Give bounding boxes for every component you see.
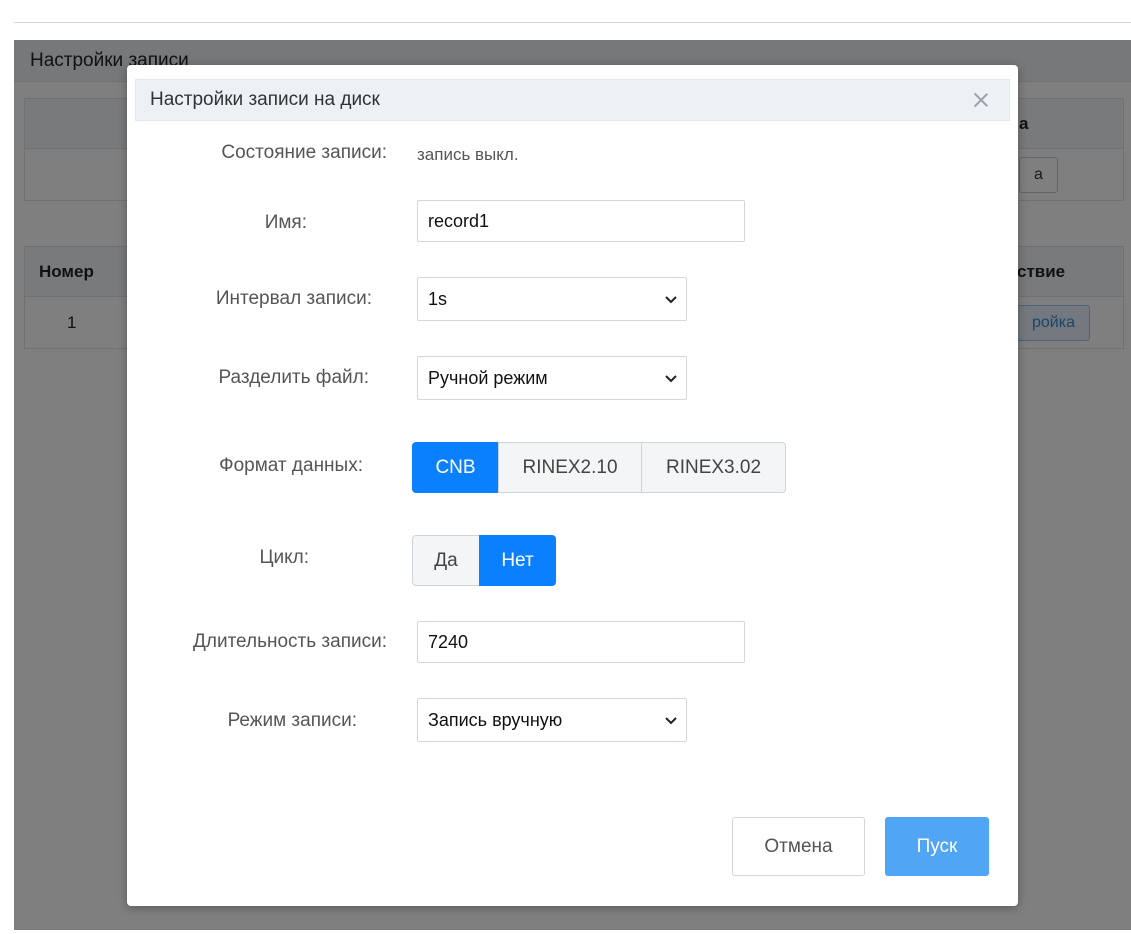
top-divider [14,22,1131,23]
duration-label: Длительность записи: [193,631,387,652]
record-mode-label: Режим записи: [227,710,357,731]
format-option-rinex210[interactable]: RINEX2.10 [498,442,642,493]
duration-input[interactable]: 7240 [417,621,745,663]
cancel-button[interactable]: Отмена [732,817,865,876]
chevron-down-icon [665,717,677,725]
interval-select-value: 1s [428,289,448,309]
record-state-label: Состояние записи: [221,142,387,163]
format-option-rinex302[interactable]: RINEX3.02 [641,442,786,493]
record-state-value: запись выкл. [417,145,519,164]
name-input[interactable]: record1 [417,200,745,242]
record-mode-select-value: Запись вручную [428,710,563,730]
cycle-option-yes[interactable]: Да [412,535,480,586]
dialog-header: Настройки записи на диск [135,79,1010,121]
cycle-option-no[interactable]: Нет [479,535,556,586]
format-option-cnb[interactable]: CNB [412,442,499,493]
split-file-select[interactable]: Ручной режим [417,356,687,400]
interval-select[interactable]: 1s [417,277,687,321]
record-settings-dialog: Настройки записи на диск Состояние запис… [127,65,1018,906]
data-format-group: CNB RINEX2.10 RINEX3.02 [412,442,786,493]
record-mode-select[interactable]: Запись вручную [417,698,687,742]
close-icon[interactable] [971,90,991,110]
data-format-label: Формат данных: [219,455,363,476]
chevron-down-icon [665,296,677,304]
interval-label: Интервал записи: [215,288,372,309]
dialog-title: Настройки записи на диск [150,89,380,110]
start-button[interactable]: Пуск [885,817,989,876]
cycle-label: Цикл: [259,547,309,568]
split-file-select-value: Ручной режим [428,368,548,388]
name-label: Имя: [264,212,307,233]
cycle-group: Да Нет [412,535,556,586]
chevron-down-icon [665,375,677,383]
split-file-label: Разделить файл: [218,367,369,388]
